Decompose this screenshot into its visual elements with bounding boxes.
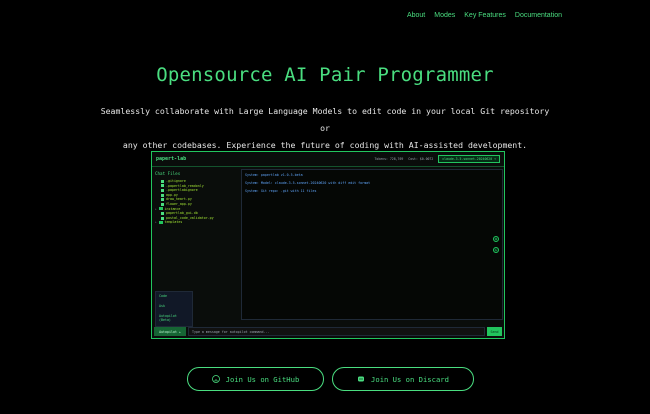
github-button-label: Join Us on GitHub	[225, 374, 300, 384]
mode-button[interactable]: Autopilot ▴	[154, 327, 186, 336]
file-icon	[161, 188, 164, 192]
hero-subtitle: Seamlessly collaborate with Large Langua…	[95, 103, 555, 154]
mode-menu: Code Ask Autopilot (Beta)	[155, 291, 193, 327]
chat-message: System: Git repo: .git with 11 files	[245, 189, 317, 193]
send-button[interactable]: Send	[487, 327, 502, 336]
file-icon	[161, 179, 164, 183]
refresh-icon[interactable]: ↻	[493, 247, 499, 253]
file-icon	[161, 211, 164, 215]
github-icon	[211, 375, 220, 383]
file-icon	[161, 202, 164, 206]
top-nav: About Modes Key Features Documentation	[407, 12, 562, 19]
hero-subtitle-line-2: any other codebases. Experience the futu…	[122, 140, 528, 150]
mode-button-label: Autopilot	[159, 329, 177, 334]
nav-documentation[interactable]: Documentation	[515, 12, 562, 19]
app-preview: papert-lab Tokens: 728,769 Cost: $0.0072…	[151, 151, 505, 339]
hero-subtitle-line-1: Seamlessly collaborate with Large Langua…	[100, 106, 550, 133]
mode-option-code[interactable]: Code	[159, 294, 189, 298]
input-row: Autopilot ▴ Type a message for autopilot…	[154, 327, 502, 336]
model-select-value: claude-3-5-sonnet-20240620	[442, 157, 493, 161]
discord-button[interactable]: Join Us on Discard	[332, 367, 474, 391]
nav-modes[interactable]: Modes	[434, 12, 455, 19]
discord-icon	[358, 376, 365, 382]
discord-button-label: Join Us on Discard	[371, 374, 449, 384]
mode-option-autopilot[interactable]: Autopilot (Beta)	[159, 314, 189, 322]
cost-value: Cost: $0.0072	[408, 157, 434, 161]
model-select[interactable]: claude-3-5-sonnet-20240620 ▾	[438, 155, 500, 163]
hero-title: Opensource AI Pair Programmer	[156, 64, 494, 86]
file-icon	[161, 198, 164, 202]
chat-message: System: Model: claude-3-5-sonnet-2024062…	[245, 181, 371, 185]
file-tree: .gitignore .papertlab_readonly .papertlabi…	[154, 179, 239, 225]
tokens-count: Tokens: 728,769	[374, 157, 404, 161]
file-icon	[161, 184, 164, 188]
app-meta: Tokens: 728,769 Cost: $0.0072 claude-3-5…	[374, 155, 500, 163]
folder-icon	[159, 207, 163, 211]
sidebar-title: Chat Files	[155, 171, 181, 176]
app-header: papert-lab Tokens: 728,769 Cost: $0.0072…	[152, 152, 504, 167]
settings-icon[interactable]: ⚙	[493, 236, 499, 242]
mode-option-ask[interactable]: Ask	[159, 304, 189, 308]
file-icon	[161, 193, 164, 197]
github-button[interactable]: Join Us on GitHub	[187, 367, 324, 391]
chat-message: System: papertlab v1.0.5-beta	[245, 173, 303, 177]
folder-icon	[159, 221, 163, 225]
chat-panel: System: papertlab v1.0.5-beta System: Mo…	[241, 169, 503, 320]
file-icon	[161, 216, 164, 220]
nav-key-features[interactable]: Key Features	[464, 12, 506, 19]
file-tree-label: templates	[164, 220, 183, 225]
nav-about[interactable]: About	[407, 12, 425, 19]
app-title: papert-lab	[156, 156, 187, 162]
file-tree-item[interactable]: ▸ templates	[154, 220, 239, 225]
message-input[interactable]: Type a message for autopilot command...	[188, 327, 485, 336]
